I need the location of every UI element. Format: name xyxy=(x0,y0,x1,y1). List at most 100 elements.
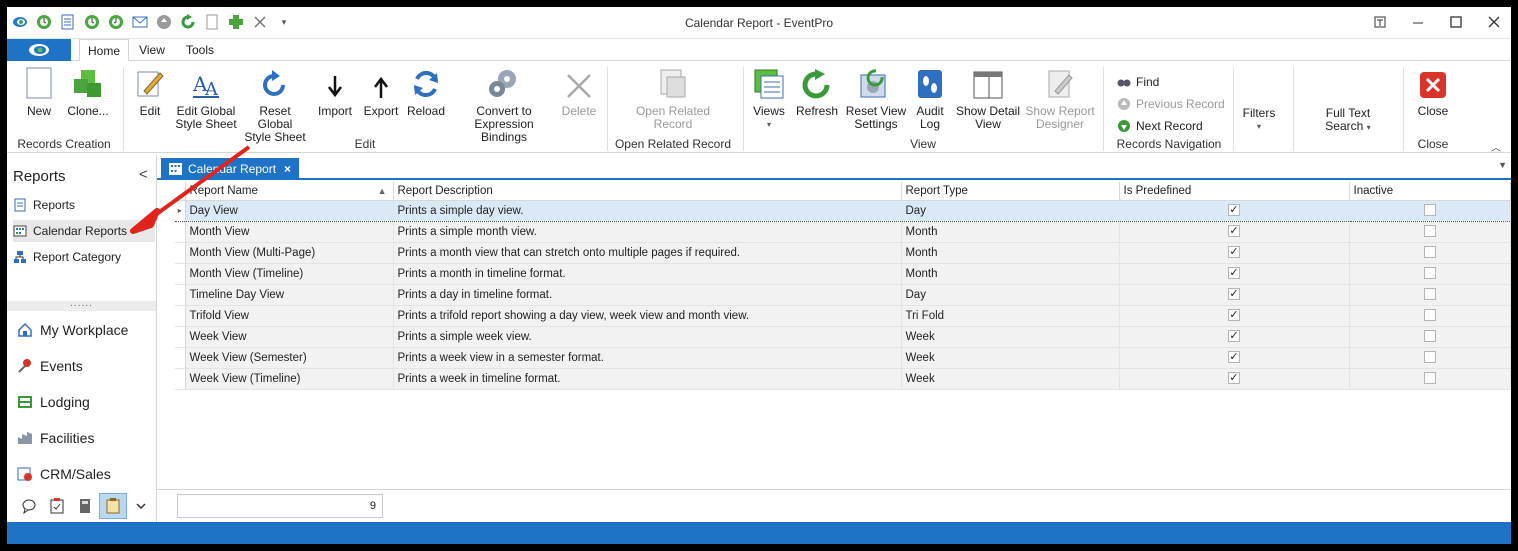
pin-window-icon[interactable] xyxy=(1371,13,1389,31)
cell-report-description[interactable]: Prints a simple month view. xyxy=(393,221,902,243)
open-related-record-button[interactable]: Open Related Record xyxy=(633,65,713,131)
cell-is-predefined[interactable]: ✓ xyxy=(1119,326,1350,348)
clone-button[interactable]: Clone... xyxy=(65,65,111,118)
module-my-workplace[interactable]: My Workplace xyxy=(17,322,128,338)
filters-button[interactable]: Filters ▾ xyxy=(1239,107,1279,133)
collapse-nav-icon[interactable]: < xyxy=(139,166,148,183)
row-indicator[interactable] xyxy=(175,263,186,285)
cell-report-type[interactable]: Month xyxy=(901,263,1120,285)
column-header-report-name[interactable]: Report Name ▲ xyxy=(185,182,394,201)
new-button[interactable]: New xyxy=(21,65,57,118)
delete-button[interactable]: Delete xyxy=(559,65,599,118)
checkbox[interactable] xyxy=(1423,225,1436,238)
nav-item-reports[interactable]: Reports xyxy=(13,194,155,216)
nav-item-report-category[interactable]: Report Category xyxy=(13,246,155,268)
checkbox[interactable]: ✓ xyxy=(1228,351,1240,364)
checkbox[interactable] xyxy=(1423,267,1436,280)
cell-report-type[interactable]: Month xyxy=(901,242,1120,264)
row-indicator[interactable] xyxy=(175,326,186,348)
tab-calendar-report[interactable]: Calendar Report × xyxy=(161,158,299,180)
minimize-icon[interactable] xyxy=(1409,13,1427,31)
cell-report-description[interactable]: Prints a week in timeline format. xyxy=(393,368,902,390)
cell-inactive[interactable] xyxy=(1349,368,1511,390)
window-close-icon[interactable] xyxy=(1485,13,1503,31)
cell-report-name[interactable]: Week View (Semester) xyxy=(185,347,394,369)
cell-report-name[interactable]: Month View (Timeline) xyxy=(185,263,394,285)
maximize-icon[interactable] xyxy=(1447,13,1465,31)
full-text-search-button[interactable]: Full Text Search ▾ xyxy=(1311,107,1385,134)
cell-report-name[interactable]: Month View (Multi-Page) xyxy=(185,242,394,264)
row-indicator[interactable]: ▸ xyxy=(175,199,186,222)
clipboard-check-icon[interactable] xyxy=(43,493,71,519)
cell-is-predefined[interactable]: ✓ xyxy=(1119,199,1350,222)
cell-inactive[interactable] xyxy=(1349,284,1511,306)
checkbox[interactable] xyxy=(1423,330,1436,343)
table-row[interactable]: Week View (Timeline) Prints a week in tim… xyxy=(175,368,1511,390)
row-indicator[interactable] xyxy=(175,221,186,243)
import-button[interactable]: Import xyxy=(315,65,355,118)
module-events[interactable]: Events xyxy=(17,358,83,374)
cell-report-description[interactable]: Prints a day in timeline format. xyxy=(393,284,902,306)
row-indicator[interactable] xyxy=(175,368,186,390)
cell-is-predefined[interactable]: ✓ xyxy=(1119,221,1350,243)
edit-button[interactable]: Edit xyxy=(135,65,165,118)
checkbox[interactable]: ✓ xyxy=(1228,267,1240,280)
cell-report-name[interactable]: Timeline Day View xyxy=(185,284,394,306)
export-button[interactable]: Export xyxy=(361,65,401,118)
reload-button[interactable]: Reload xyxy=(405,65,447,118)
row-indicator[interactable] xyxy=(175,242,186,264)
close-button[interactable]: Close xyxy=(1413,65,1453,118)
table-row[interactable]: Week View (Semester) Prints a week view i… xyxy=(175,347,1511,369)
table-row[interactable]: Month View (Timeline) Prints a month in t… xyxy=(175,263,1511,285)
cell-report-description[interactable]: Prints a trifold report showing a day vi… xyxy=(393,305,902,327)
find-button[interactable]: Find xyxy=(1117,75,1159,89)
cell-report-type[interactable]: Day xyxy=(901,284,1120,306)
cell-inactive[interactable] xyxy=(1349,242,1511,264)
checkbox[interactable]: ✓ xyxy=(1228,225,1240,238)
cell-report-type[interactable]: Week xyxy=(901,368,1120,390)
chat-icon[interactable] xyxy=(15,493,43,519)
tab-view[interactable]: View xyxy=(131,39,173,61)
show-report-designer-button[interactable]: Show Report Designer xyxy=(1025,65,1095,131)
views-button[interactable]: Views ▾ xyxy=(751,65,787,131)
cell-report-description[interactable]: Prints a month view that can stretch ont… xyxy=(393,242,902,264)
previous-record-button[interactable]: Previous Record xyxy=(1117,97,1225,111)
calculator-icon[interactable] xyxy=(71,493,99,519)
checkbox[interactable] xyxy=(1423,309,1436,322)
nav-splitter[interactable]: ...... xyxy=(7,299,156,311)
edit-global-style-sheet-button[interactable]: AA Edit Global Style Sheet xyxy=(175,65,237,131)
module-crm-sales[interactable]: CRM/Sales xyxy=(17,466,111,482)
checkbox[interactable] xyxy=(1423,246,1436,259)
cell-is-predefined[interactable]: ✓ xyxy=(1119,242,1350,264)
checkbox[interactable] xyxy=(1423,372,1436,385)
checkbox[interactable]: ✓ xyxy=(1228,288,1240,301)
table-row[interactable]: Week View Prints a simple week view. Week ✓ xyxy=(175,326,1511,348)
cell-report-type[interactable]: Tri Fold xyxy=(901,305,1120,327)
tab-menu-icon[interactable]: ▼ xyxy=(1498,160,1507,170)
cell-is-predefined[interactable]: ✓ xyxy=(1119,263,1350,285)
column-header-inactive[interactable]: Inactive xyxy=(1349,182,1511,201)
chevron-down-icon[interactable] xyxy=(127,493,155,519)
cell-is-predefined[interactable]: ✓ xyxy=(1119,284,1350,306)
column-header-is-predefined[interactable]: Is Predefined xyxy=(1119,182,1350,201)
cell-report-name[interactable]: Trifold View xyxy=(185,305,394,327)
cell-inactive[interactable] xyxy=(1349,263,1511,285)
checkbox[interactable]: ✓ xyxy=(1228,330,1240,343)
convert-expression-bindings-button[interactable]: Convert to Expression Bindings xyxy=(453,65,555,144)
checkbox[interactable] xyxy=(1423,204,1436,217)
checkbox[interactable]: ✓ xyxy=(1228,246,1240,259)
collapse-ribbon-icon[interactable]: ︿ xyxy=(1491,139,1501,154)
tab-home[interactable]: Home xyxy=(79,39,129,61)
checkbox[interactable]: ✓ xyxy=(1228,204,1240,217)
cell-inactive[interactable] xyxy=(1349,221,1511,243)
reset-global-style-sheet-button[interactable]: Reset Global Style Sheet xyxy=(243,65,307,144)
module-facilities[interactable]: Facilities xyxy=(17,430,94,446)
cell-inactive[interactable] xyxy=(1349,347,1511,369)
cell-inactive[interactable] xyxy=(1349,305,1511,327)
module-lodging[interactable]: Lodging xyxy=(17,394,90,410)
cell-report-name[interactable]: Day View xyxy=(185,199,394,222)
cell-report-description[interactable]: Prints a month in timeline format. xyxy=(393,263,902,285)
table-row[interactable]: Trifold View Prints a trifold report show… xyxy=(175,305,1511,327)
cell-report-type[interactable]: Week xyxy=(901,326,1120,348)
cell-is-predefined[interactable]: ✓ xyxy=(1119,347,1350,369)
